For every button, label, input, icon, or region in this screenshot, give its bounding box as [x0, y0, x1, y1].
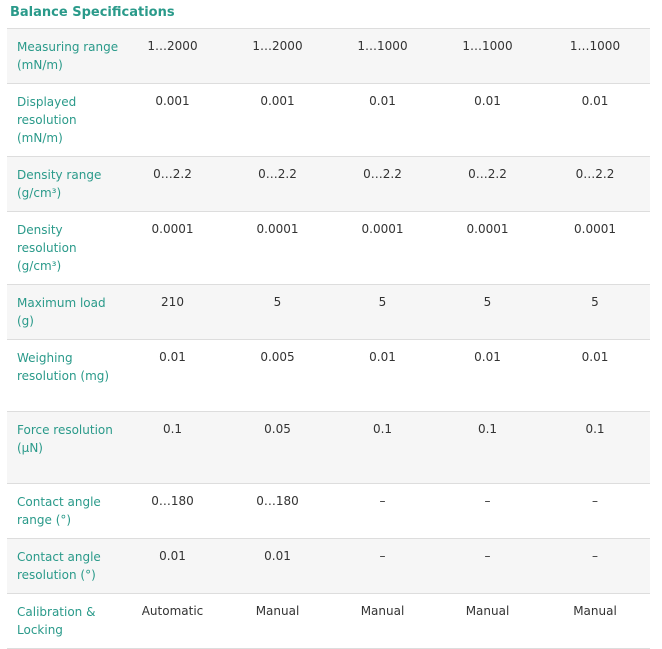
cell-value: 0.01 [120, 339, 225, 412]
cell-value: 210 [120, 284, 225, 340]
table-row: Weighing resolution (mg) 0.01 0.005 0.01… [7, 339, 650, 412]
cell-value: 0.01 [225, 538, 330, 594]
table-row: Maximum load (g) 210 5 5 5 5 [7, 284, 650, 340]
cell-value: 0.1 [330, 411, 435, 484]
cell-value: 5 [225, 284, 330, 340]
specifications-table: Measuring range (mN/m) 1…2000 1…2000 1…1… [7, 28, 650, 649]
cell-value: 0.01 [330, 339, 435, 412]
cell-value: 0.1 [540, 411, 650, 484]
cell-value: 0…2.2 [120, 156, 225, 212]
cell-value: – [540, 483, 650, 539]
cell-value: 0.001 [120, 83, 225, 157]
cell-value: 0.05 [225, 411, 330, 484]
cell-value: 0…2.2 [330, 156, 435, 212]
cell-value: 0.01 [120, 538, 225, 594]
cell-value: – [435, 538, 540, 594]
cell-value: 0…180 [120, 483, 225, 539]
cell-value: 1…2000 [120, 28, 225, 84]
cell-value: 5 [540, 284, 650, 340]
table-row: Density range (g/cm³) 0…2.2 0…2.2 0…2.2 … [7, 156, 650, 212]
cell-value: 5 [330, 284, 435, 340]
row-label: Contact angle range (°) [7, 483, 120, 539]
cell-value: 0.01 [540, 83, 650, 157]
cell-value: 0.1 [120, 411, 225, 484]
cell-value: 1…2000 [225, 28, 330, 84]
cell-value: 0.01 [435, 83, 540, 157]
row-label: Weighing resolution (mg) [7, 339, 120, 412]
cell-value: 0.1 [435, 411, 540, 484]
cell-value: 1…1000 [330, 28, 435, 84]
row-label: Maximum load (g) [7, 284, 120, 340]
row-label: Calibration & Locking [7, 593, 120, 649]
row-label: Measuring range (mN/m) [7, 28, 120, 84]
row-label: Density resolution (g/cm³) [7, 211, 120, 285]
cell-value: Automatic [120, 593, 225, 649]
cell-value: 0.0001 [435, 211, 540, 285]
row-label: Contact angle resolution (°) [7, 538, 120, 594]
table-row: Calibration & Locking Automatic Manual M… [7, 593, 650, 649]
cell-value: Manual [540, 593, 650, 649]
cell-value: 0…2.2 [435, 156, 540, 212]
cell-value: 1…1000 [540, 28, 650, 84]
cell-value: – [435, 483, 540, 539]
cell-value: – [330, 538, 435, 594]
cell-value: 0.001 [225, 83, 330, 157]
cell-value: – [330, 483, 435, 539]
cell-value: 0.01 [540, 339, 650, 412]
table-row: Force resolution (µN) 0.1 0.05 0.1 0.1 0… [7, 411, 650, 484]
cell-value: 5 [435, 284, 540, 340]
cell-value: 0.01 [435, 339, 540, 412]
cell-value: 0.0001 [120, 211, 225, 285]
row-label: Displayed resolution (mN/m) [7, 83, 120, 157]
cell-value: 0…2.2 [540, 156, 650, 212]
row-label: Force resolution (µN) [7, 411, 120, 484]
cell-value: Manual [435, 593, 540, 649]
row-label: Density range (g/cm³) [7, 156, 120, 212]
cell-value: 0.0001 [225, 211, 330, 285]
table-row: Measuring range (mN/m) 1…2000 1…2000 1…1… [7, 28, 650, 84]
table-row: Density resolution (g/cm³) 0.0001 0.0001… [7, 211, 650, 285]
cell-value: 0.01 [330, 83, 435, 157]
table-row: Contact angle resolution (°) 0.01 0.01 –… [7, 538, 650, 594]
cell-value: 0.0001 [540, 211, 650, 285]
table-row: Displayed resolution (mN/m) 0.001 0.001 … [7, 83, 650, 157]
cell-value: 1…1000 [435, 28, 540, 84]
cell-value: 0.005 [225, 339, 330, 412]
table-row: Contact angle range (°) 0…180 0…180 – – … [7, 483, 650, 539]
cell-value: Manual [225, 593, 330, 649]
section-title: Balance Specifications [10, 5, 175, 20]
cell-value: 0…2.2 [225, 156, 330, 212]
cell-value: 0…180 [225, 483, 330, 539]
cell-value: – [540, 538, 650, 594]
cell-value: Manual [330, 593, 435, 649]
cell-value: 0.0001 [330, 211, 435, 285]
